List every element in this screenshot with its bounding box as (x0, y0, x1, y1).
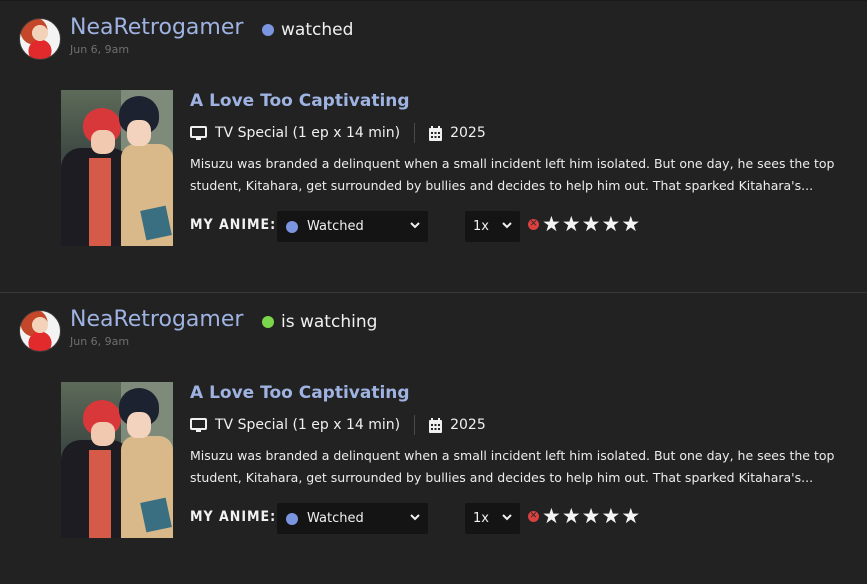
list-status-select[interactable]: Watched (277, 503, 428, 534)
anime-type: TV Special (1 ep x 14 min) (215, 417, 401, 433)
star-icon[interactable]: ★ (601, 505, 620, 527)
anime-poster[interactable] (61, 90, 173, 246)
anime-type: TV Special (1 ep x 14 min) (215, 125, 401, 141)
star-icon[interactable]: ★ (542, 213, 561, 235)
timestamp: Jun 6, 9am (70, 335, 130, 348)
rewatch-value: 1x (473, 511, 489, 526)
clear-rating-icon[interactable]: ✕ (528, 510, 539, 522)
tv-icon (190, 417, 207, 433)
anime-poster[interactable] (61, 382, 173, 538)
list-status-value: Watched (307, 219, 364, 234)
avatar[interactable] (19, 18, 61, 60)
list-status-value: Watched (307, 511, 364, 526)
calendar-icon (429, 417, 443, 433)
status-dot (262, 316, 274, 328)
rewatch-value: 1x (473, 219, 489, 234)
chevron-down-icon (409, 511, 421, 527)
anime-description: Misuzu was branded a delinquent when a s… (190, 448, 835, 485)
avatar[interactable] (19, 310, 61, 352)
tv-icon (190, 125, 207, 141)
star-icon[interactable]: ★ (562, 213, 581, 235)
activity-status: watched (262, 20, 353, 40)
star-rating: ✕ ★ ★ ★ ★ ★ (528, 505, 641, 527)
chevron-down-icon (501, 219, 513, 235)
anime-description: Misuzu was branded a delinquent when a s… (190, 156, 835, 193)
username-link[interactable]: NeaRetrogamer (70, 307, 243, 332)
anime-year: 2025 (450, 125, 486, 141)
star-icon[interactable]: ★ (621, 213, 640, 235)
anime-meta: TV Special (1 ep x 14 min) 2025 (190, 123, 486, 143)
activity-entry: NeaRetrogamer watched Jun 6, 9am A Love … (0, 0, 867, 292)
star-icon[interactable]: ★ (542, 505, 561, 527)
chevron-down-icon (501, 511, 513, 527)
list-status-dot (286, 220, 298, 233)
anime-meta: TV Special (1 ep x 14 min) 2025 (190, 415, 486, 435)
my-anime-label: MY ANIME: (190, 509, 277, 525)
rewatch-select[interactable]: 1x (465, 503, 520, 534)
clear-rating-icon[interactable]: ✕ (528, 218, 539, 230)
status-text: watched (281, 20, 354, 40)
star-icon[interactable]: ★ (601, 213, 620, 235)
activity-entry: NeaRetrogamer is watching Jun 6, 9am A L… (0, 292, 867, 584)
star-rating: ✕ ★ ★ ★ ★ ★ (528, 213, 641, 235)
activity-status: is watching (262, 312, 377, 332)
star-icon[interactable]: ★ (582, 505, 601, 527)
star-icon[interactable]: ★ (621, 505, 640, 527)
my-anime-label: MY ANIME: (190, 217, 277, 233)
anime-title-link[interactable]: A Love Too Captivating (190, 383, 410, 403)
meta-divider (414, 123, 416, 143)
star-icon[interactable]: ★ (582, 213, 601, 235)
status-text: is watching (281, 312, 378, 332)
username-link[interactable]: NeaRetrogamer (70, 15, 243, 40)
list-status-select[interactable]: Watched (277, 211, 428, 242)
status-dot (262, 24, 274, 36)
calendar-icon (429, 125, 443, 141)
anime-title-link[interactable]: A Love Too Captivating (190, 91, 410, 111)
list-status-dot (286, 512, 298, 525)
anime-year: 2025 (450, 417, 486, 433)
meta-divider (414, 415, 416, 435)
star-icon[interactable]: ★ (562, 505, 581, 527)
rewatch-select[interactable]: 1x (465, 211, 520, 242)
timestamp: Jun 6, 9am (70, 43, 130, 56)
chevron-down-icon (409, 219, 421, 235)
